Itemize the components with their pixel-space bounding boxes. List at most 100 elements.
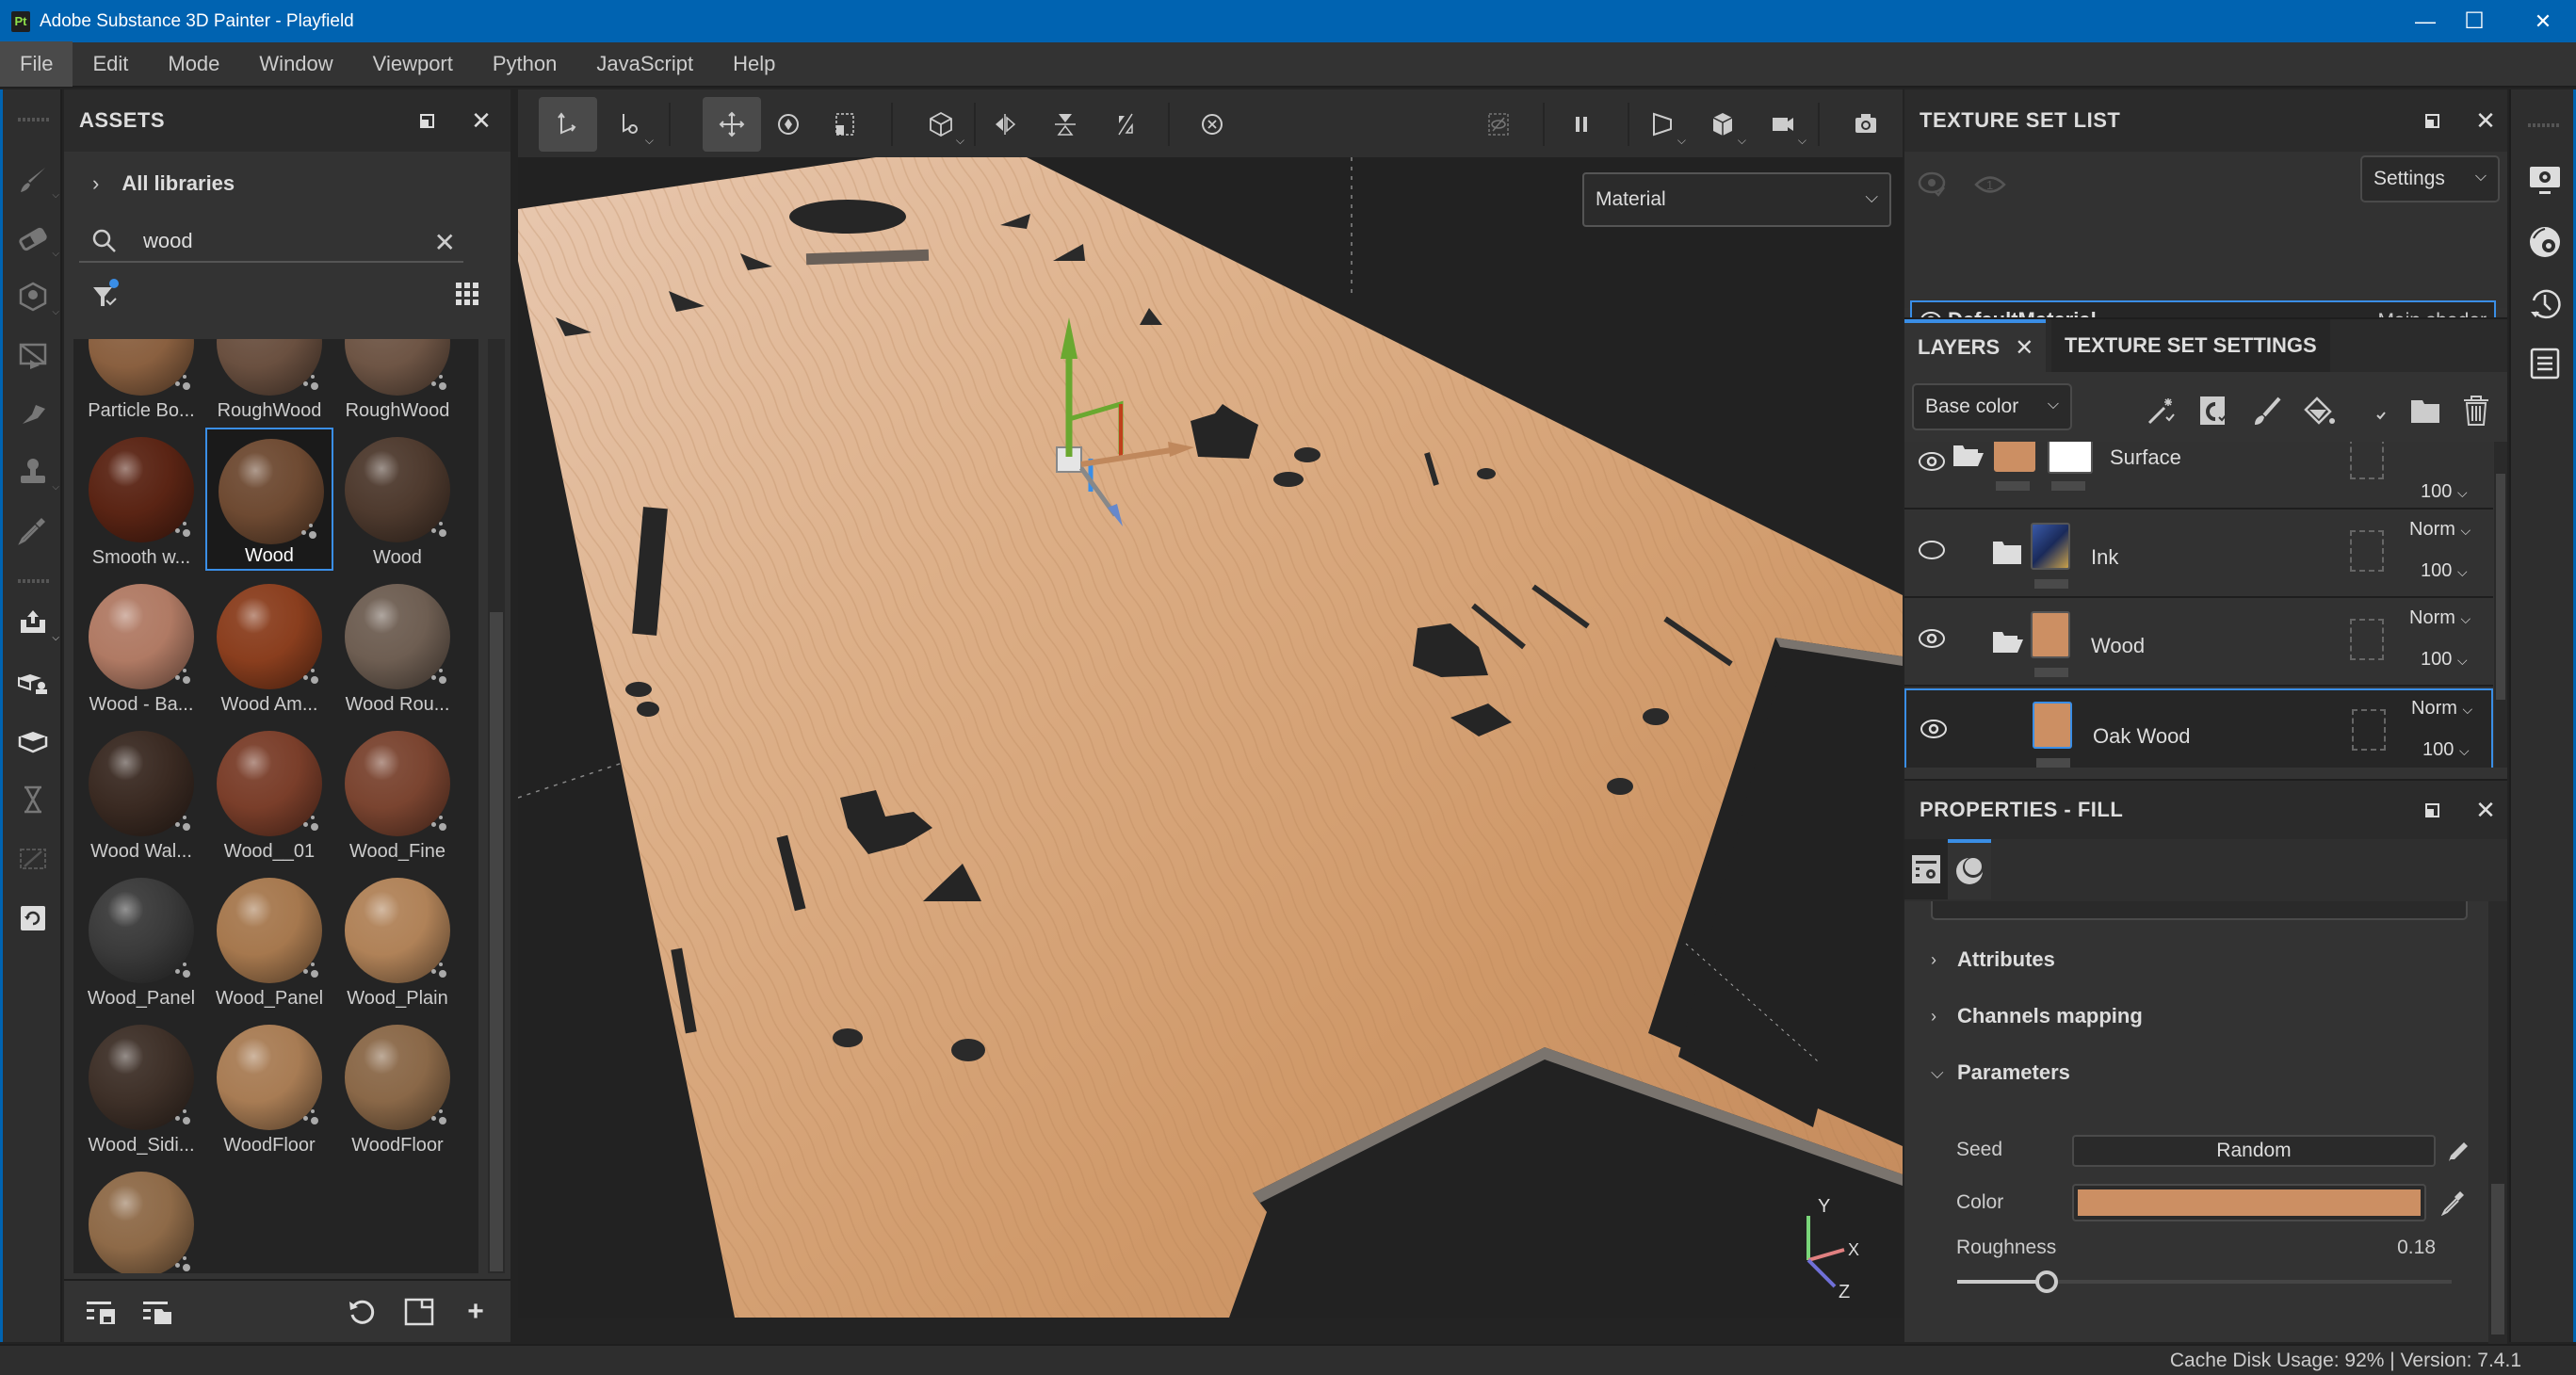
seed-random-button[interactable]: Random <box>2072 1135 2436 1167</box>
share-tool[interactable] <box>16 841 50 875</box>
eraser-tool[interactable]: ⌵ <box>16 221 59 259</box>
mask-slot[interactable] <box>2350 530 2384 572</box>
single-view-icon[interactable]: 1 <box>1974 169 2006 201</box>
folder-open-icon[interactable] <box>1991 628 2023 655</box>
roughness-value[interactable]: 0.18 <box>2397 1237 2436 1259</box>
log-icon[interactable] <box>2528 346 2562 380</box>
geometry-mask-tool[interactable] <box>16 338 50 372</box>
maximize-button[interactable]: ☐ <box>2441 0 2507 42</box>
filter-icon[interactable] <box>90 278 124 312</box>
close-panel-button[interactable]: ✕ <box>467 106 495 135</box>
layer-opacity[interactable]: 100 ⌵ <box>2421 649 2468 671</box>
3d-viewport[interactable]: Material ⌵ Y X Z <box>518 157 1903 1318</box>
drag-handle[interactable] <box>18 118 50 121</box>
camera-projection-button[interactable]: ⌵ <box>1633 97 1692 152</box>
asset-item[interactable]: Wood Am... <box>205 574 333 718</box>
scrollbar-thumb[interactable] <box>2491 1184 2504 1335</box>
layer-opacity[interactable]: 100 ⌵ <box>2422 739 2470 761</box>
clone-tool[interactable]: ⌵ <box>16 455 59 493</box>
bake-mesh-tool[interactable] <box>16 666 50 700</box>
blend-mode-dropdown[interactable]: Norm ⌵ <box>2409 607 2471 629</box>
asset-item[interactable]: Wood_Sidi... <box>77 1015 205 1158</box>
asset-item[interactable]: RoughWood <box>205 339 333 424</box>
layer-row[interactable]: Oak Wood Norm ⌵ 100 ⌵ <box>1904 688 2493 768</box>
viewport-mode-dropdown[interactable]: Material ⌵ <box>1582 172 1891 227</box>
tab-fill-settings[interactable] <box>1904 839 1948 899</box>
symmetry-x-button[interactable] <box>976 97 1034 152</box>
texture-set-tool[interactable] <box>16 724 50 758</box>
drag-handle[interactable] <box>2528 123 2560 127</box>
eye-icon[interactable] <box>1920 719 1948 739</box>
asset-item[interactable]: WoodFloor <box>333 1015 462 1158</box>
layer-opacity[interactable]: 100 ⌵ <box>2421 560 2468 582</box>
color-swatch[interactable] <box>2072 1184 2426 1221</box>
asset-item[interactable]: Particle Bo... <box>77 339 205 424</box>
float-panel-button[interactable] <box>2418 106 2446 135</box>
assets-scrollbar[interactable] <box>488 339 505 1273</box>
eye-closed-icon[interactable] <box>1918 540 1946 560</box>
mask-slot[interactable] <box>2350 442 2384 479</box>
mask-slot[interactable] <box>2350 619 2384 660</box>
channel-dropdown[interactable]: Base color ⌵ <box>1912 383 2072 430</box>
add-paint-layer-icon[interactable] <box>2251 395 2283 427</box>
eyedropper-icon[interactable] <box>2439 1188 2468 1216</box>
pause-render-button[interactable] <box>1552 97 1611 152</box>
float-panel-button[interactable] <box>413 106 441 135</box>
menu-python[interactable]: Python <box>473 41 577 87</box>
blend-mode-dropdown[interactable]: Norm ⌵ <box>2409 519 2471 541</box>
texture-set-settings-dropdown[interactable]: Settings ⌵ <box>2360 155 2500 202</box>
menu-javascript[interactable]: JavaScript <box>576 41 713 87</box>
hide-selection-button[interactable] <box>1469 97 1528 152</box>
layer-opacity[interactable]: 100 ⌵ <box>2421 481 2468 503</box>
projection-tool[interactable]: ⌵ <box>16 280 59 317</box>
scrollbar-thumb[interactable] <box>2496 474 2505 700</box>
symmetry-diag-button[interactable] <box>1096 97 1155 152</box>
blend-mode-dropdown[interactable]: Norm ⌵ <box>2411 698 2472 720</box>
asset-item[interactable]: Wood Wal... <box>77 721 205 865</box>
layers-scrollbar[interactable] <box>2494 442 2507 768</box>
section-attributes[interactable]: › Attributes <box>1931 943 2055 977</box>
object-mode-button[interactable]: ⌵ <box>912 97 970 152</box>
delete-layer-icon[interactable] <box>2460 395 2492 427</box>
asset-item[interactable]: Wood__01 <box>205 721 333 865</box>
new-folder-button[interactable] <box>403 1296 435 1328</box>
symmetry-y-button[interactable] <box>1036 97 1094 152</box>
add-fill-layer-icon[interactable] <box>2304 395 2336 427</box>
asset-item[interactable]: Wood_Fine <box>333 721 462 865</box>
scrollbar-thumb[interactable] <box>490 612 503 1271</box>
save-library-button[interactable] <box>85 1296 117 1328</box>
iray-tool[interactable] <box>16 901 50 935</box>
tab-texture-set-settings[interactable]: TEXTURE SET SETTINGS <box>2051 319 2330 372</box>
add-asset-button[interactable]: + <box>460 1296 492 1328</box>
menu-window[interactable]: Window <box>239 41 352 87</box>
close-panel-button[interactable]: ✕ <box>2471 796 2500 824</box>
transform-settings-button[interactable]: ⌵ <box>601 97 659 152</box>
float-panel-button[interactable] <box>2418 796 2446 824</box>
roughness-slider[interactable] <box>1957 1270 2452 1293</box>
asset-item[interactable]: RoughWood <box>333 339 462 424</box>
color-picker-tool[interactable] <box>16 513 50 547</box>
section-parameters[interactable]: ⌵ Parameters <box>1931 1056 2070 1090</box>
asset-item[interactable]: Wood - Ba... <box>77 574 205 718</box>
section-channels-mapping[interactable]: › Channels mapping <box>1931 999 2143 1033</box>
layer-row[interactable]: Surface 100 ⌵ <box>1904 442 2493 510</box>
shader-settings-icon[interactable] <box>2528 225 2562 259</box>
asset-item[interactable]: Wood_Panel <box>205 868 333 1011</box>
material-picker[interactable]: Wood <box>1931 901 2468 920</box>
import-library-button[interactable] <box>141 1296 173 1328</box>
asset-item[interactable]: Wood <box>205 428 333 571</box>
asset-item[interactable]: Wood_Plain <box>333 868 462 1011</box>
close-tab-icon[interactable]: ✕ <box>2015 334 2033 362</box>
add-smart-material-icon[interactable] <box>2357 395 2389 427</box>
close-panel-button[interactable]: ✕ <box>2471 106 2500 135</box>
close-window-button[interactable]: ✕ <box>2510 0 2576 42</box>
mask-slot[interactable] <box>2352 709 2386 751</box>
camera-button[interactable]: ⌵ <box>1754 97 1812 152</box>
folder-open-icon[interactable] <box>1952 442 1984 468</box>
properties-scrollbar[interactable] <box>2488 901 2507 1344</box>
asset-item[interactable]: WoodPlain <box>77 1162 205 1273</box>
layer-row[interactable]: Wood Norm ⌵ 100 ⌵ <box>1904 600 2493 687</box>
scale-tool-button[interactable] <box>816 97 874 152</box>
rotate-tool-button[interactable] <box>759 97 818 152</box>
edit-pencil-icon[interactable] <box>2445 1137 2471 1163</box>
